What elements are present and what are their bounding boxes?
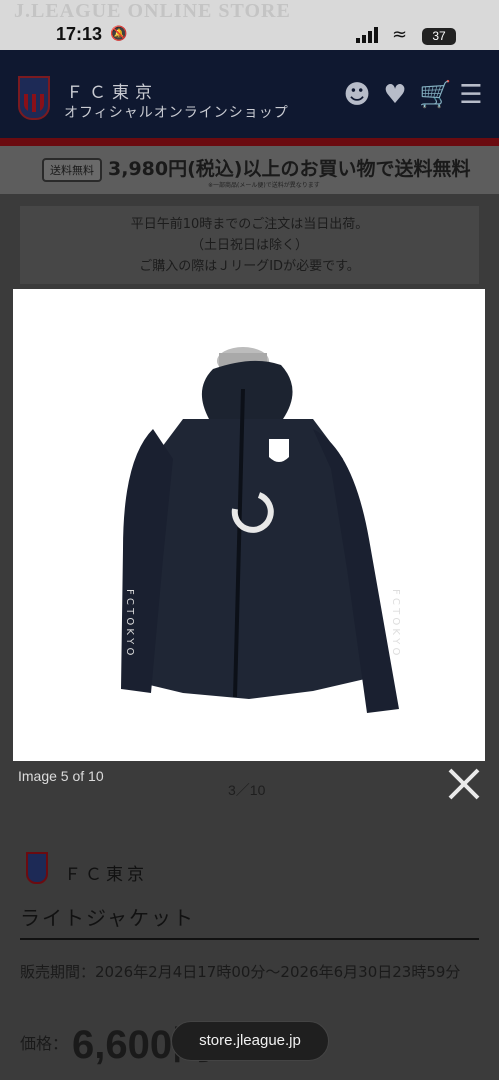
notice-line-1: 平日午前10時までのご注文は当日出荷。 [130, 217, 369, 232]
store-watermark: J.LEAGUE ONLINE STORE [14, 0, 291, 22]
site-header: ＦＣ東京 オフィシャルオンラインショップ ☻ ♥ 🛒 ☰ [0, 50, 499, 146]
price-label: 価格： [20, 1034, 69, 1053]
free-shipping-note: ※一部商品(メール便)で送料が異なります [208, 182, 320, 189]
mute-bell-icon: 🔕 [110, 26, 128, 42]
menu-icon[interactable]: ☰ [457, 80, 485, 110]
url-bar[interactable]: store.jleague.jp [171, 1021, 329, 1061]
account-icon[interactable]: ☻ [343, 80, 371, 110]
close-lightbox-button[interactable] [444, 766, 484, 806]
free-shipping-banner[interactable]: 送料無料 3,980円(税込)以上のお買い物で送料無料 ※一部商品(メール便)で… [0, 146, 499, 194]
header-club-name[interactable]: ＦＣ東京 [66, 78, 158, 103]
product-image-lightbox[interactable]: F C T O K Y O F C T O K Y O [13, 289, 485, 761]
favorite-heart-icon[interactable]: ♥ [381, 80, 409, 110]
cellular-signal-icon [356, 27, 378, 43]
svg-text:F C T O K Y O: F C T O K Y O [390, 589, 401, 655]
image-caption: Image 5 of 10 [18, 768, 104, 784]
notice-line-2: （土日祝日は除く） [190, 238, 308, 253]
chevron-right-icon [430, 494, 459, 542]
cart-icon[interactable]: 🛒 [419, 80, 451, 110]
status-bar: J.LEAGUE ONLINE STORE 17:13 🔕 ≈ 37 [0, 0, 499, 50]
battery-icon: 37 [422, 28, 456, 45]
free-shipping-message: 3,980円(税込)以上のお買い物で送料無料 [108, 158, 471, 180]
product-name: ライトジャケット [20, 906, 195, 930]
shipping-notice: 平日午前10時までのご注文は当日出荷。 （土日祝日は除く） ご購入の際はＪリーグ… [20, 206, 479, 284]
svg-text:F C T O K Y O: F C T O K Y O [124, 589, 135, 655]
close-icon [448, 768, 480, 800]
image-counter: 3／10 [228, 782, 266, 798]
status-time: 17:13 [56, 24, 103, 44]
sales-period: 販売期間：2026年2月4日17時00分～2026年6月30日23時59分 [20, 963, 461, 981]
free-shipping-badge: 送料無料 [42, 158, 102, 182]
wifi-icon: ≈ [392, 24, 408, 45]
jacket-product-image: F C T O K Y O F C T O K Y O [121, 347, 401, 713]
product-club-name[interactable]: ＦＣ東京 [64, 860, 148, 885]
club-crest-logo[interactable] [18, 76, 50, 120]
product-club-crest [26, 852, 48, 884]
header-accent-bar [0, 138, 499, 146]
next-image-button[interactable] [426, 492, 462, 544]
notice-line-3: ご購入の際はＪリーグIDが必要です。 [139, 259, 360, 274]
header-icons: ☻ ♥ 🛒 ☰ [343, 80, 485, 110]
product-divider [20, 938, 479, 940]
header-shop-name[interactable]: オフィシャルオンラインショップ [64, 102, 289, 122]
